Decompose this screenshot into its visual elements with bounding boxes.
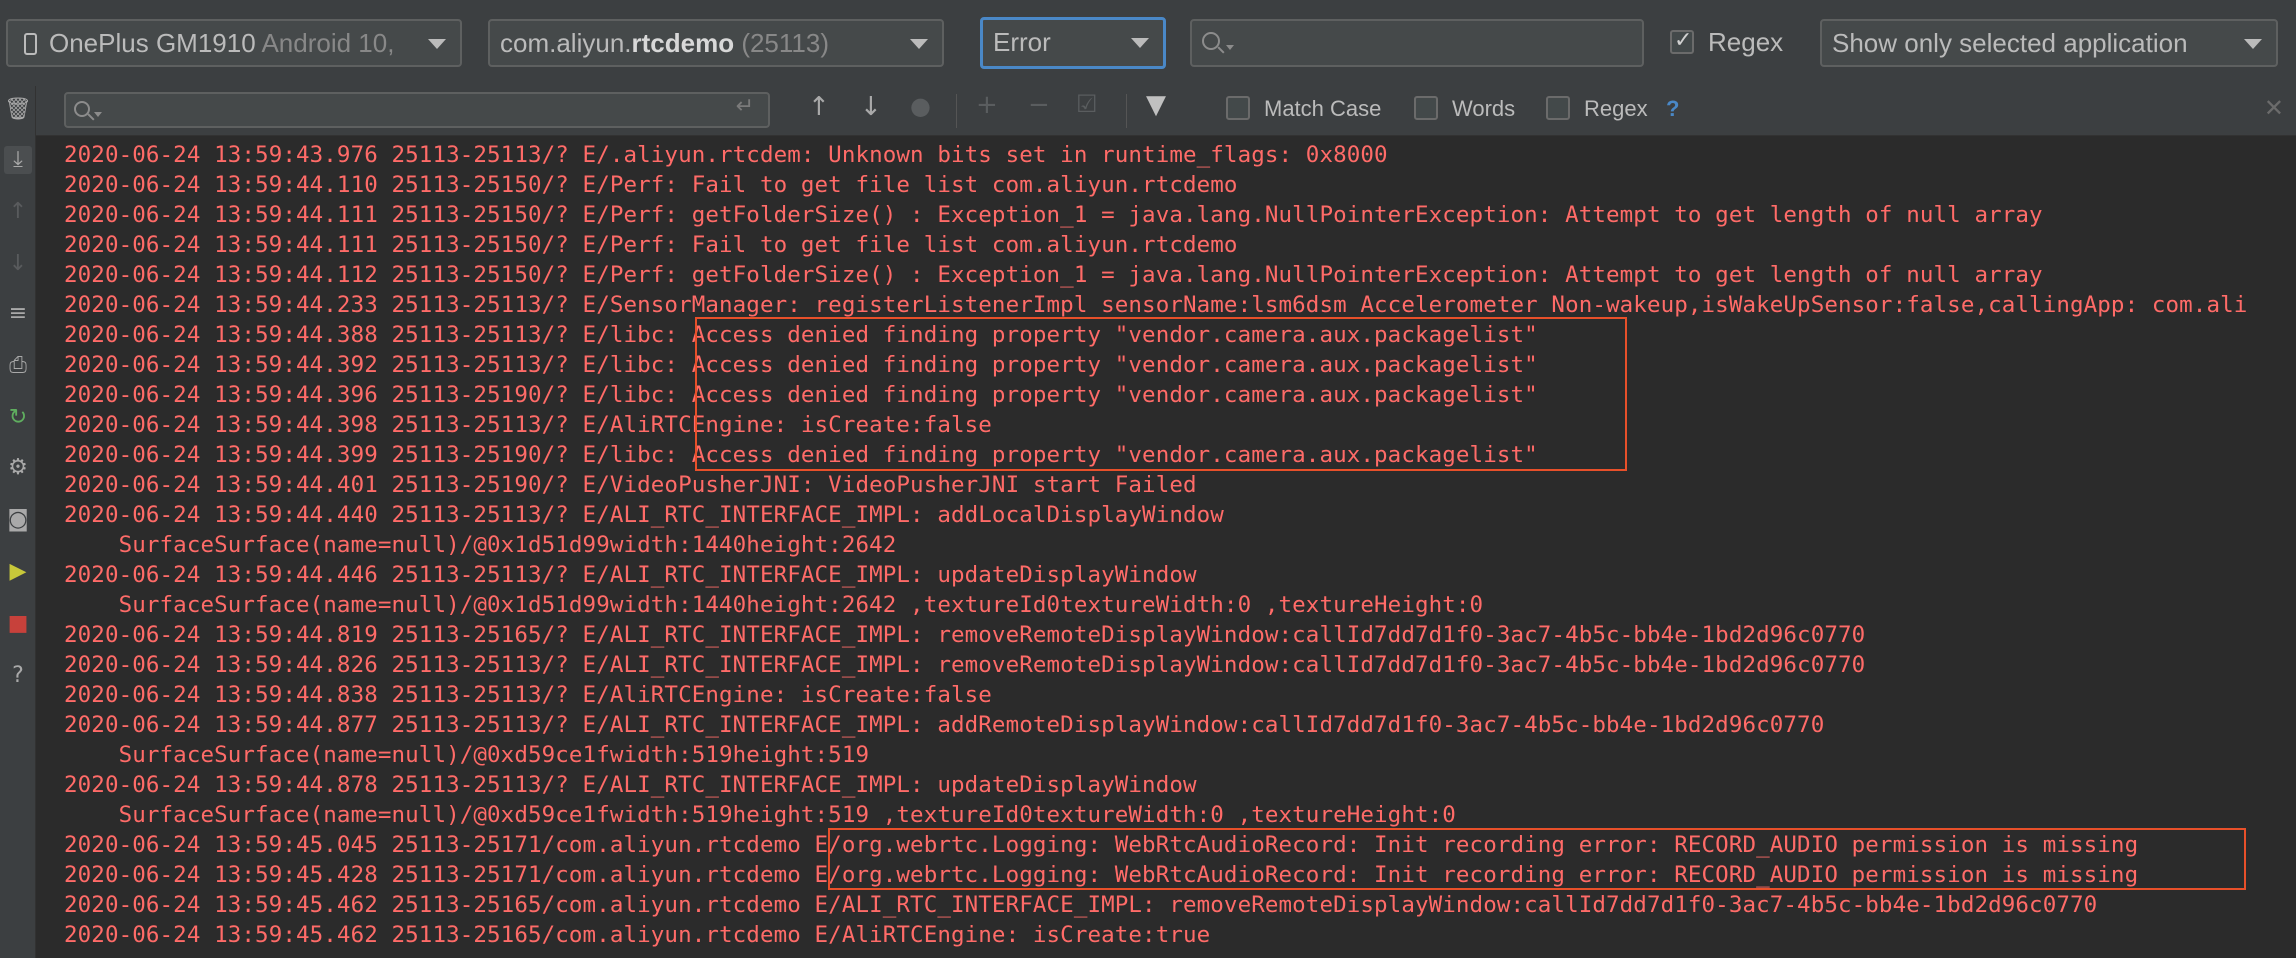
regex-checkbox[interactable] — [1670, 28, 1694, 54]
soft-wrap-icon[interactable]: ≡ — [4, 300, 32, 328]
log-line: 2020-06-24 13:59:45.428 25113-25171/com.… — [64, 862, 2139, 888]
stop-icon[interactable]: ■ — [4, 610, 32, 638]
camera-icon[interactable]: ◙ — [4, 506, 32, 534]
app-prefix: com.aliyun. — [500, 28, 632, 58]
select-all-occurrences-icon[interactable]: ● — [910, 92, 931, 120]
log-line: SurfaceSurface(name=null)/@0xd59ce1fwidt… — [64, 742, 870, 768]
log-line: SurfaceSurface(name=null)/@0x1d51d99widt… — [64, 532, 897, 558]
search-icon — [1202, 32, 1220, 50]
find-regex-label: Regex — [1584, 96, 1648, 121]
app-pid: (25113) — [741, 28, 829, 58]
log-line: 2020-06-24 13:59:45.045 25113-25171/com.… — [64, 832, 2139, 858]
separator — [1126, 94, 1127, 128]
separator — [956, 94, 957, 128]
enter-icon: ↵ — [735, 94, 754, 119]
log-line: 2020-06-24 13:59:44.826 25113-25113/? E/… — [64, 652, 1866, 678]
chevron-down-icon — [2244, 39, 2262, 49]
log-line: 2020-06-24 13:59:44.877 25113-25113/? E/… — [64, 712, 1825, 738]
log-line: SurfaceSurface(name=null)/@0xd59ce1fwidt… — [64, 802, 1456, 828]
chevron-down-icon — [1131, 38, 1149, 48]
next-occurrence-icon[interactable]: ↓ — [860, 92, 882, 122]
find-regex-checkbox[interactable] — [1546, 96, 1570, 120]
toggle-selection-icon[interactable]: ☑ — [1076, 90, 1098, 118]
log-line: 2020-06-24 13:59:44.399 25113-25190/? E/… — [64, 442, 1538, 468]
screen-record-icon[interactable]: ▶ — [4, 558, 32, 586]
logcat-output[interactable]: 2020-06-24 13:59:43.976 25113-25113/? E/… — [36, 136, 2296, 958]
log-line: 2020-06-24 13:59:45.462 25113-25165/com.… — [64, 892, 2098, 918]
log-line: 2020-06-24 13:59:44.446 25113-25113/? E/… — [64, 562, 1197, 588]
remove-occurrence-icon[interactable]: − — [1028, 90, 1050, 120]
log-line: 2020-06-24 13:59:44.110 25113-25150/? E/… — [64, 172, 1238, 198]
log-level-value: Error — [993, 27, 1051, 57]
settings-icon[interactable]: ⚙ — [4, 454, 32, 482]
device-selector[interactable]: OnePlus GM1910 Android 10, — [6, 19, 462, 67]
log-line: 2020-06-24 13:59:44.388 25113-25113/? E/… — [64, 322, 1538, 348]
logcat-toolbar: OnePlus GM1910 Android 10, com.aliyun.rt… — [0, 0, 2296, 86]
help-icon[interactable]: ? — [1666, 96, 1679, 122]
up-arrow-icon[interactable]: ↑ — [4, 198, 32, 226]
log-line: 2020-06-24 13:59:44.233 25113-25113/? E/… — [64, 292, 2248, 318]
log-line: 2020-06-24 13:59:44.111 25113-25150/? E/… — [64, 202, 2043, 228]
filter-mode-value: Show only selected application — [1832, 28, 2188, 58]
help-icon[interactable]: ? — [4, 662, 32, 690]
log-line: SurfaceSurface(name=null)/@0x1d51d99widt… — [64, 592, 1484, 618]
chevron-down-icon — [94, 112, 102, 117]
down-arrow-icon[interactable]: ↓ — [4, 250, 32, 278]
regex-label: Regex — [1708, 27, 1784, 57]
scroll-to-end-icon[interactable]: ⤓ — [4, 146, 32, 174]
device-name: OnePlus GM1910 — [49, 28, 256, 58]
log-line: 2020-06-24 13:59:44.396 25113-25190/? E/… — [64, 382, 1538, 408]
log-level-selector[interactable]: Error — [980, 17, 1166, 69]
previous-occurrence-icon[interactable]: ↑ — [808, 92, 830, 122]
close-icon[interactable]: ✕ — [2264, 94, 2284, 122]
match-case-label: Match Case — [1264, 96, 1382, 121]
log-line: 2020-06-24 13:59:45.462 25113-25165/com.… — [64, 922, 1211, 948]
phone-icon — [24, 33, 37, 55]
find-bar: ↵ ↑ ↓ ● + − ☑ ▼ Match Case Words Regex ?… — [0, 86, 2296, 136]
add-occurrence-icon[interactable]: + — [976, 90, 998, 120]
search-icon — [74, 101, 90, 117]
app-name: rtcdemo — [631, 28, 735, 58]
log-line: 2020-06-24 13:59:44.440 25113-25113/? E/… — [64, 502, 1224, 528]
print-icon[interactable]: ⎙ — [4, 352, 32, 380]
log-line: 2020-06-24 13:59:43.976 25113-25113/? E/… — [64, 142, 1388, 168]
log-line: 2020-06-24 13:59:44.878 25113-25113/? E/… — [64, 772, 1197, 798]
restart-icon[interactable]: ↻ — [4, 404, 32, 432]
log-line: 2020-06-24 13:59:44.838 25113-25113/? E/… — [64, 682, 992, 708]
log-line: 2020-06-24 13:59:44.398 25113-25113/? E/… — [64, 412, 992, 438]
match-case-checkbox[interactable] — [1226, 96, 1250, 120]
log-line: 2020-06-24 13:59:44.392 25113-25113/? E/… — [64, 352, 1538, 378]
log-line: 2020-06-24 13:59:44.111 25113-25150/? E/… — [64, 232, 1238, 258]
chevron-down-icon — [428, 39, 446, 49]
chevron-down-icon — [910, 39, 928, 49]
words-label: Words — [1452, 96, 1516, 121]
words-checkbox[interactable] — [1414, 96, 1438, 120]
trash-icon[interactable]: 🗑 — [4, 96, 32, 124]
log-line: 2020-06-24 13:59:44.819 25113-25165/? E/… — [64, 622, 1866, 648]
logcat-search-input[interactable] — [1190, 19, 1644, 67]
log-line: 2020-06-24 13:59:44.401 25113-25190/? E/… — [64, 472, 1197, 498]
logcat-side-toolbar: 🗑 ⤓ ↑ ↓ ≡ ⎙ ↻ ⚙ ◙ ▶ ■ ? — [0, 86, 36, 958]
chevron-down-icon — [1226, 45, 1234, 50]
device-os: Android 10, — [261, 28, 395, 58]
filter-mode-selector[interactable]: Show only selected application — [1820, 19, 2278, 67]
filter-icon[interactable]: ▼ — [1146, 90, 1166, 120]
process-selector[interactable]: com.aliyun.rtcdemo (25113) — [488, 19, 944, 67]
find-input[interactable]: ↵ — [64, 92, 770, 128]
log-line: 2020-06-24 13:59:44.112 25113-25150/? E/… — [64, 262, 2043, 288]
